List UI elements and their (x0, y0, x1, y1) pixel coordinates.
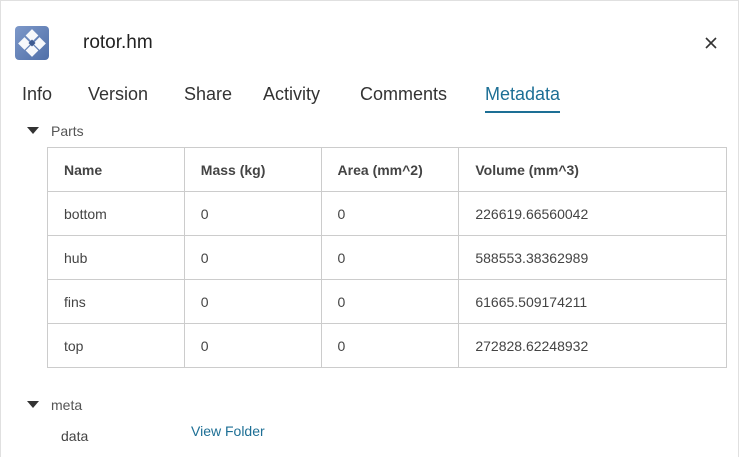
parts-table: Name Mass (kg) Area (mm^2) Volume (mm^3)… (47, 147, 727, 368)
meta-key-label: data (61, 428, 89, 444)
cell-mass: 0 (183, 323, 322, 368)
hypermesh-file-icon (14, 25, 50, 61)
table-row: top 0 0 272828.62248932 (47, 323, 727, 368)
close-icon[interactable] (700, 32, 722, 54)
cell-volume: 588553.38362989 (458, 235, 727, 280)
parts-section-toggle[interactable]: Parts (27, 123, 84, 139)
file-name-title: rotor.hm (83, 32, 153, 53)
cell-area: 0 (320, 323, 460, 368)
table-header-row: Name Mass (kg) Area (mm^2) Volume (mm^3) (47, 147, 727, 192)
cell-area: 0 (320, 279, 460, 324)
tab-metadata[interactable]: Metadata (485, 83, 561, 113)
file-details-panel: rotor.hm Info Version Share Activity Com… (0, 0, 739, 457)
cell-mass: 0 (183, 279, 322, 324)
cell-mass: 0 (183, 235, 322, 280)
tab-activity[interactable]: Activity (263, 83, 320, 113)
caret-down-icon (27, 401, 39, 408)
cell-name: bottom (47, 191, 185, 236)
cell-area: 0 (320, 235, 460, 280)
cell-volume: 226619.66560042 (458, 191, 727, 236)
column-header-mass: Mass (kg) (183, 147, 322, 192)
cell-volume: 272828.62248932 (458, 323, 727, 368)
tab-info[interactable]: Info (22, 83, 52, 113)
table-row: hub 0 0 588553.38362989 (47, 235, 727, 280)
parts-section-title: Parts (51, 123, 84, 139)
view-folder-link[interactable]: View Folder (191, 423, 265, 439)
cell-name: hub (47, 235, 185, 280)
column-header-area: Area (mm^2) (320, 147, 460, 192)
meta-section-toggle[interactable]: meta (27, 397, 82, 413)
tab-version[interactable]: Version (88, 83, 148, 113)
meta-section-title: meta (51, 397, 83, 413)
caret-down-icon (27, 127, 39, 134)
column-header-name: Name (47, 147, 185, 192)
tab-share[interactable]: Share (184, 83, 232, 113)
cell-name: fins (47, 279, 185, 324)
table-row: bottom 0 0 226619.66560042 (47, 191, 727, 236)
cell-volume: 61665.509174211 (458, 279, 727, 324)
cell-mass: 0 (183, 191, 322, 236)
tab-comments[interactable]: Comments (360, 83, 447, 113)
cell-name: top (47, 323, 185, 368)
cell-area: 0 (320, 191, 460, 236)
table-row: fins 0 0 61665.509174211 (47, 279, 727, 324)
column-header-volume: Volume (mm^3) (458, 147, 727, 192)
